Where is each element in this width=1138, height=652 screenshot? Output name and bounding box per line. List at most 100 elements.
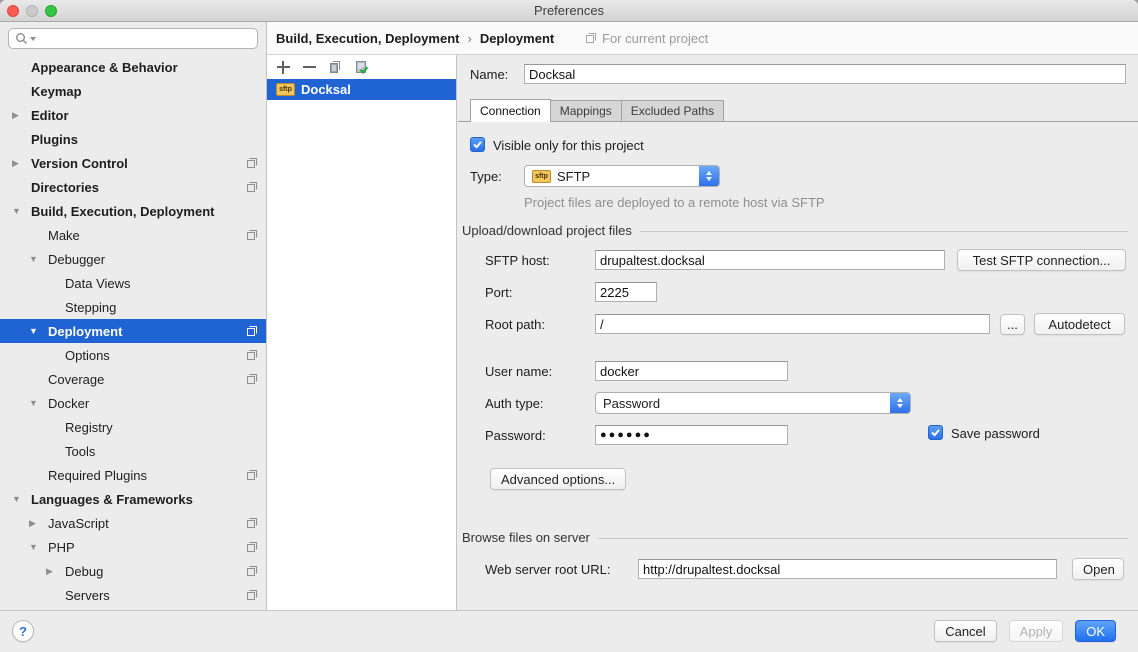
ok-button[interactable]: OK xyxy=(1075,620,1116,642)
sidebar-item-options[interactable]: Options xyxy=(0,343,266,367)
sidebar-item-label: Directories xyxy=(31,180,99,195)
sidebar-item-javascript[interactable]: ▶JavaScript xyxy=(0,511,266,535)
search-icon xyxy=(15,32,28,45)
sidebar-item-label: Coverage xyxy=(48,372,104,387)
current-project-icon xyxy=(246,325,258,337)
current-project-icon xyxy=(246,181,258,193)
sidebar-item-label: Deployment xyxy=(48,324,122,339)
chevron-right-icon[interactable]: ▶ xyxy=(29,511,48,535)
visible-only-checkbox[interactable] xyxy=(470,137,485,152)
sftp-icon: sftp xyxy=(532,170,551,183)
apply-button[interactable]: Apply xyxy=(1009,620,1064,642)
tab-mappings[interactable]: Mappings xyxy=(550,100,622,122)
breadcrumb: Build, Execution, Deployment › Deploymen… xyxy=(276,22,554,54)
sidebar-item-required-plugins[interactable]: Required Plugins xyxy=(0,463,266,487)
breadcrumb-parent[interactable]: Build, Execution, Deployment xyxy=(276,31,459,46)
help-button[interactable]: ? xyxy=(12,620,34,642)
port-field[interactable] xyxy=(595,282,657,302)
browse-root-path-button[interactable]: ... xyxy=(1000,314,1025,335)
sidebar-item-label: Stepping xyxy=(65,300,116,315)
save-password-checkbox[interactable] xyxy=(928,425,943,440)
chevron-down-icon[interactable]: ▼ xyxy=(29,391,48,415)
use-as-default-button[interactable] xyxy=(353,59,369,75)
sidebar-item-label: Debug xyxy=(65,564,103,579)
type-dropdown[interactable]: sftp SFTP xyxy=(524,165,720,187)
copy-server-button[interactable] xyxy=(327,59,343,75)
deployment-form: Name: ConnectionMappingsExcluded Paths V… xyxy=(458,55,1138,610)
chevron-down-icon[interactable]: ▼ xyxy=(12,487,31,511)
cancel-button[interactable]: Cancel xyxy=(934,620,996,642)
remove-server-button[interactable] xyxy=(301,59,317,75)
browse-section-header: Browse files on server xyxy=(462,530,1128,545)
chevron-down-icon[interactable]: ▼ xyxy=(29,247,48,271)
test-sftp-connection-button[interactable]: Test SFTP connection... xyxy=(957,249,1126,271)
chevron-right-icon[interactable]: ▶ xyxy=(46,559,65,583)
user-name-field[interactable] xyxy=(595,361,788,381)
server-list-item-docksal[interactable]: sftpDocksal xyxy=(267,79,456,100)
current-project-icon xyxy=(246,469,258,481)
sidebar-item-stepping[interactable]: Stepping xyxy=(0,295,266,319)
sidebar-item-servers[interactable]: Servers xyxy=(0,583,266,607)
open-button[interactable]: Open xyxy=(1072,558,1124,580)
sidebar-item-debugger[interactable]: ▼Debugger xyxy=(0,247,266,271)
auth-type-dropdown[interactable]: Password xyxy=(595,392,911,414)
scope-indicator: For current project xyxy=(585,22,708,54)
server-list-toolbar xyxy=(267,55,456,79)
sidebar-item-data-views[interactable]: Data Views xyxy=(0,271,266,295)
sidebar-item-deployment[interactable]: ▼Deployment xyxy=(0,319,266,343)
sftp-host-field[interactable] xyxy=(595,250,945,270)
sidebar-item-php[interactable]: ▼PHP xyxy=(0,535,266,559)
section-rule xyxy=(640,231,1128,232)
password-field[interactable] xyxy=(595,425,788,445)
sidebar-item-docker[interactable]: ▼Docker xyxy=(0,391,266,415)
search-input[interactable] xyxy=(8,28,258,49)
chevron-down-icon[interactable]: ▼ xyxy=(12,199,31,223)
sidebar-item-label: Appearance & Behavior xyxy=(31,60,178,75)
web-root-field[interactable] xyxy=(638,559,1057,579)
sidebar-item-version-control[interactable]: ▶Version Control xyxy=(0,151,266,175)
sidebar-item-label: Languages & Frameworks xyxy=(31,492,193,507)
settings-search-field[interactable] xyxy=(38,31,251,47)
name-field[interactable] xyxy=(524,64,1126,84)
add-server-button[interactable] xyxy=(275,59,291,75)
breadcrumb-separator: › xyxy=(467,31,471,46)
name-label: Name: xyxy=(470,67,508,82)
sidebar-item-label: Plugins xyxy=(31,132,78,147)
sidebar-item-editor[interactable]: ▶Editor xyxy=(0,103,266,127)
chevron-right-icon[interactable]: ▶ xyxy=(12,103,31,127)
root-path-field[interactable] xyxy=(595,314,990,334)
tab-excluded-paths[interactable]: Excluded Paths xyxy=(621,100,724,122)
connection-tabs: ConnectionMappingsExcluded Paths xyxy=(470,99,723,122)
sidebar-item-directories[interactable]: Directories xyxy=(0,175,266,199)
sidebar-item-label: Tools xyxy=(65,444,95,459)
tab-connection[interactable]: Connection xyxy=(470,99,551,122)
sidebar-item-label: Version Control xyxy=(31,156,128,171)
sidebar-item-label: PHP xyxy=(48,540,75,555)
sidebar-item-keymap[interactable]: Keymap xyxy=(0,79,266,103)
chevron-down-icon[interactable]: ▼ xyxy=(29,319,48,343)
sidebar-item-make[interactable]: Make xyxy=(0,223,266,247)
advanced-options-button[interactable]: Advanced options... xyxy=(490,468,626,490)
chevron-down-icon[interactable]: ▼ xyxy=(29,535,48,559)
sidebar-item-registry[interactable]: Registry xyxy=(0,415,266,439)
plus-icon xyxy=(277,61,290,74)
sidebar-item-build-execution-deployment[interactable]: ▼Build, Execution, Deployment xyxy=(0,199,266,223)
current-project-icon xyxy=(246,565,258,577)
save-password-label: Save password xyxy=(951,426,1040,441)
sidebar-item-plugins[interactable]: Plugins xyxy=(0,127,266,151)
type-value: SFTP xyxy=(557,169,590,184)
preferences-window: Preferences Appearance & BehaviorKeymap▶… xyxy=(0,0,1138,652)
search-options-caret-icon[interactable] xyxy=(30,37,36,41)
footer-buttons: Cancel Apply OK xyxy=(934,620,1116,642)
sidebar-item-tools[interactable]: Tools xyxy=(0,439,266,463)
minus-icon xyxy=(303,61,316,74)
sidebar-item-label: Debugger xyxy=(48,252,105,267)
sidebar-item-debug[interactable]: ▶Debug xyxy=(0,559,266,583)
sidebar-item-languages-frameworks[interactable]: ▼Languages & Frameworks xyxy=(0,487,266,511)
footer-bar: ? Cancel Apply OK xyxy=(0,610,1138,652)
chevron-right-icon[interactable]: ▶ xyxy=(12,151,31,175)
sidebar-item-appearance-behavior[interactable]: Appearance & Behavior xyxy=(0,55,266,79)
server-list-panel: sftpDocksal xyxy=(267,55,457,610)
autodetect-button[interactable]: Autodetect xyxy=(1034,313,1125,335)
sidebar-item-coverage[interactable]: Coverage xyxy=(0,367,266,391)
